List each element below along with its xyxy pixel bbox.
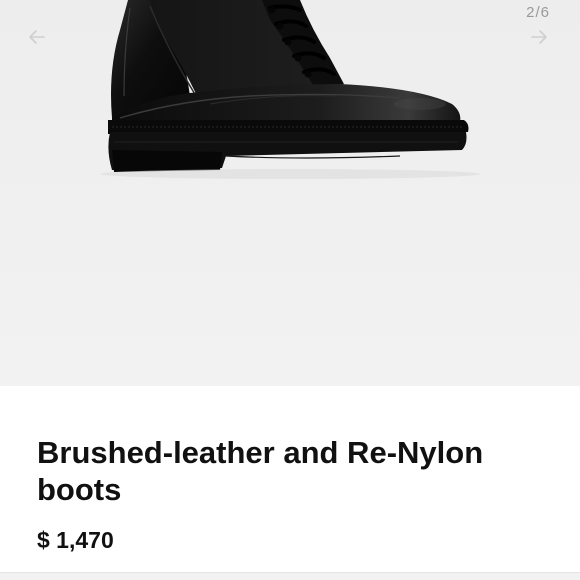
product-price: $ 1,470	[37, 527, 114, 553]
arrow-right-icon[interactable]	[526, 24, 552, 50]
boot-product-image	[0, 0, 580, 386]
gallery-page-indicator: 2/6	[526, 4, 550, 21]
bottom-bar	[0, 572, 580, 580]
product-title: Brushed-leather and Re-Nylon boots	[37, 435, 484, 507]
arrow-left-icon[interactable]	[24, 24, 50, 50]
product-image-gallery[interactable]: 2/6	[0, 0, 580, 386]
product-page: 2/6 Brushed-leather and Re-Nylon boots $…	[0, 0, 580, 580]
product-info: Brushed-leather and Re-Nylon boots $ 1,4…	[0, 386, 580, 572]
